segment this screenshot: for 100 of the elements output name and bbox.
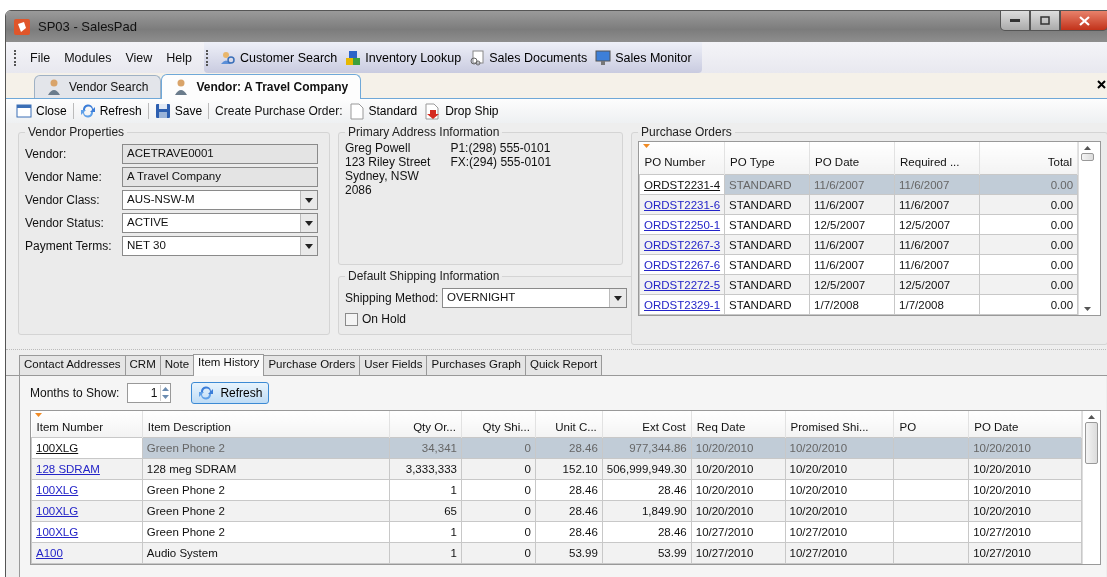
- column-header[interactable]: PO Type: [724, 142, 810, 175]
- group-title: Vendor Properties: [27, 125, 126, 139]
- column-header[interactable]: Item Description: [142, 411, 390, 438]
- column-header[interactable]: Ext Cost: [602, 411, 692, 438]
- close-tab-button[interactable]: [1097, 80, 1106, 89]
- table-row[interactable]: ORDST2267-6 STANDARD 11/6/2007 11/6/2007 0.00: [639, 254, 1078, 275]
- table-cell: STANDARD: [729, 198, 792, 211]
- minimize-button[interactable]: [1000, 11, 1030, 31]
- window-title: SP03 - SalesPad: [38, 19, 137, 34]
- toolbar-button[interactable]: Drop Ship: [421, 102, 503, 120]
- column-header[interactable]: Promised Shi...: [785, 411, 894, 438]
- menu-item[interactable]: Modules: [60, 50, 120, 65]
- table-cell: 0.00: [1050, 198, 1074, 211]
- column-header[interactable]: PO Date: [809, 142, 895, 175]
- tab[interactable]: Item History: [193, 354, 265, 376]
- column-header[interactable]: PO Number: [639, 142, 725, 175]
- table-row[interactable]: 100XLG Green Phone 2 1 0 28.46 28.46 10/20/2010 10/20/2010 10/20/2010: [31, 479, 1082, 501]
- toolbar-button[interactable]: Save: [150, 103, 207, 119]
- table-cell: 11/6/2007: [814, 178, 865, 191]
- toolbar-button[interactable]: Sales Documents: [465, 49, 592, 66]
- document-tab[interactable]: Vendor: A Travel Company: [161, 74, 362, 99]
- column-header[interactable]: Item Number: [31, 411, 143, 438]
- toolbar-button[interactable]: Sales Monitor: [591, 49, 696, 66]
- scrollbar[interactable]: [1078, 142, 1097, 315]
- table-row[interactable]: 100XLG Green Phone 2 34,341 0 28.46 977,344.86 10/20/2010 10/20/2010 10/20/2010: [31, 437, 1082, 459]
- table-row[interactable]: 100XLG Green Phone 2 65 0 28.46 1,849.90 10/20/2010 10/20/2010 10/20/2010: [31, 500, 1082, 522]
- table-cell: 1/7/2008: [814, 298, 859, 311]
- table-cell: 10/20/2010: [789, 442, 848, 454]
- toolbar-button[interactable]: Standard: [346, 102, 422, 120]
- close-button[interactable]: [1060, 11, 1107, 31]
- refresh-button[interactable]: Refresh: [191, 382, 270, 404]
- dropdown[interactable]: NET 30: [122, 236, 318, 256]
- table-cell: 53.99: [569, 547, 598, 559]
- field-label: Vendor Status:: [25, 216, 105, 230]
- dropdown[interactable]: OVERNIGHT: [442, 288, 627, 308]
- table-cell: 0.00: [1050, 218, 1074, 231]
- menu-item[interactable]: File: [26, 50, 59, 65]
- tab[interactable]: User Fields: [359, 355, 428, 375]
- table-row[interactable]: ORDST2250-1 STANDARD 12/5/2007 12/5/2007 0.00: [639, 214, 1078, 235]
- tab[interactable]: Contact Addresses: [19, 355, 126, 375]
- column-header[interactable]: Required ...: [894, 142, 980, 175]
- toolbar-button[interactable]: Customer Search: [216, 49, 342, 66]
- table-row[interactable]: ORDST2329-1 STANDARD 1/7/2008 1/7/2008 0.00: [639, 294, 1078, 315]
- table-row[interactable]: A100 Audio System 1 0 53.99 53.99 10/27/2010 10/27/2010 10/27/2010: [31, 542, 1082, 564]
- toolbar-label: Create Purchase Order:: [214, 104, 344, 118]
- caret-icon: [614, 295, 622, 301]
- readonly-field[interactable]: ACETRAVE0001: [122, 144, 318, 164]
- tab[interactable]: CRM: [124, 355, 161, 375]
- readonly-field[interactable]: A Travel Company: [122, 167, 318, 187]
- table-cell: 65: [444, 505, 457, 517]
- table-cell: 10/27/2010: [695, 526, 754, 538]
- column-header[interactable]: Qty Shi...: [461, 411, 536, 438]
- table-cell: 10/20/2010: [789, 463, 848, 475]
- on-hold-checkbox[interactable]: On Hold: [345, 312, 627, 326]
- table-cell: 28.46: [569, 442, 598, 454]
- column-header[interactable]: Unit C...: [535, 411, 603, 438]
- table-row[interactable]: ORDST2231-4 STANDARD 11/6/2007 11/6/2007 0.00: [639, 174, 1078, 195]
- item-number-link[interactable]: A100: [36, 547, 63, 559]
- table-cell: 10/20/2010: [973, 505, 1031, 517]
- tab[interactable]: Purchase Orders: [263, 355, 361, 375]
- toolbar-button[interactable]: Close: [12, 103, 71, 119]
- table-row[interactable]: 100XLG Green Phone 2 1 0 28.46 28.46 10/27/2010 10/27/2010 10/27/2010: [31, 521, 1082, 543]
- table-cell: 10/20/2010: [789, 505, 848, 517]
- table-row[interactable]: ORDST2267-3 STANDARD 11/6/2007 11/6/2007 0.00: [639, 234, 1078, 255]
- dropdown[interactable]: AUS-NSW-M: [122, 190, 318, 210]
- caret-icon: [305, 197, 313, 203]
- dropdown[interactable]: ACTIVE: [122, 213, 318, 233]
- toolbar-button[interactable]: Inventory Lookup: [341, 49, 466, 66]
- table-cell: 0.00: [1050, 298, 1074, 311]
- document-arrow-icon: [425, 102, 442, 120]
- scrollbar[interactable]: [1082, 411, 1100, 564]
- table-cell: 11/6/2007: [899, 198, 950, 211]
- maximize-button[interactable]: [1030, 11, 1060, 31]
- caret-icon: [305, 220, 313, 226]
- table-cell: 28.46: [569, 526, 598, 538]
- person-search-icon: [220, 49, 236, 66]
- document-tab[interactable]: Vendor Search: [34, 75, 162, 98]
- menu-item[interactable]: Help: [162, 50, 200, 65]
- column-header[interactable]: Req Date: [691, 411, 786, 438]
- months-spinner[interactable]: 1: [127, 383, 172, 403]
- tab[interactable]: Purchases Graph: [426, 355, 526, 375]
- table-cell: 0: [524, 505, 531, 517]
- scroll-thumb[interactable]: [1081, 153, 1095, 161]
- table-cell: 10/20/2010: [695, 442, 754, 454]
- filter-arrow-icon: [34, 413, 42, 417]
- scroll-thumb[interactable]: [1085, 422, 1098, 464]
- boxes-icon: [345, 49, 362, 66]
- table-row[interactable]: ORDST2272-5 STANDARD 12/5/2007 12/5/2007 0.00: [639, 274, 1078, 295]
- table-row[interactable]: ORDST2231-6 STANDARD 11/6/2007 11/6/2007 0.00: [639, 194, 1078, 215]
- table-row[interactable]: 128 SDRAM 128 meg SDRAM 3,333,333 0 152.10 506,999,949.30 10/20/2010 10/20/2010 10/20/2010: [31, 458, 1082, 480]
- column-header[interactable]: Qty Or...: [389, 411, 462, 438]
- tab[interactable]: Quick Report: [524, 355, 603, 375]
- column-header[interactable]: PO: [893, 411, 969, 438]
- column-header[interactable]: PO Date: [968, 411, 1082, 438]
- menu-item[interactable]: View: [121, 50, 161, 65]
- toolbar-button[interactable]: Refresh: [75, 103, 146, 119]
- column-header[interactable]: Total: [979, 142, 1078, 175]
- app-icon: [14, 18, 30, 35]
- table-cell: 0: [524, 484, 531, 496]
- person-icon: [47, 79, 61, 95]
